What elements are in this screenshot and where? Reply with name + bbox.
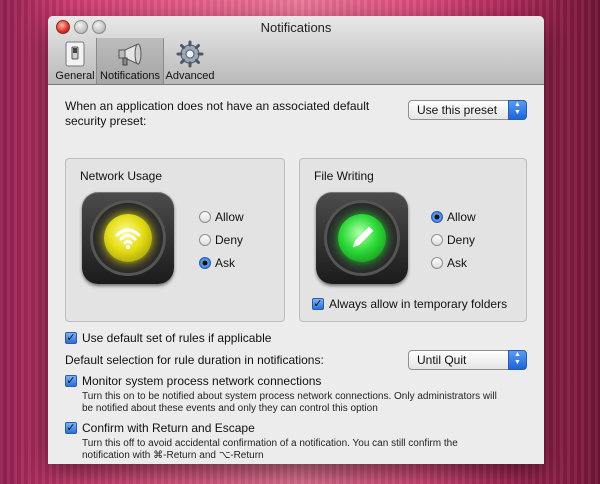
- default-preset-popup[interactable]: Use this preset ▲ ▼: [408, 100, 527, 120]
- network-usage-group: Network Usage Allow Deny Ask: [65, 158, 285, 322]
- notifications-pane: When an application does not have an ass…: [48, 85, 544, 464]
- rule-duration-value: Until Quit: [417, 353, 467, 367]
- tab-advanced[interactable]: Advanced: [162, 38, 218, 84]
- default-preset-value: Use this preset: [417, 103, 498, 117]
- tab-general-label: General: [55, 70, 95, 82]
- wifi-icon: [104, 214, 152, 262]
- monitor-system-desc-line2: be notified about these events and only …: [82, 403, 378, 414]
- file-writing-group: File Writing Allow Deny Ask ✓ Always all…: [299, 158, 527, 322]
- tab-notifications[interactable]: Notifications: [96, 38, 164, 84]
- confirm-keys-desc-line2: notification with ⌘-Return and ⌥-Return: [82, 450, 264, 461]
- checkmark-icon: ✓: [312, 298, 324, 310]
- network-usage-title: Network Usage: [80, 169, 163, 183]
- popup-arrows-icon: ▲ ▼: [508, 350, 527, 370]
- rule-duration-popup[interactable]: Until Quit ▲ ▼: [408, 350, 527, 370]
- rule-duration-label: Default selection for rule duration in n…: [65, 353, 324, 367]
- tab-advanced-label: Advanced: [165, 70, 215, 82]
- switch-icon: [61, 40, 89, 68]
- checkmark-icon: ✓: [65, 375, 77, 387]
- megaphone-icon: [116, 40, 144, 68]
- checkmark-icon: ✓: [65, 422, 77, 434]
- pencil-icon: [338, 214, 386, 262]
- default-preset-label-line2: security preset:: [65, 114, 147, 128]
- tab-notifications-label: Notifications: [100, 70, 160, 82]
- tab-general[interactable]: General: [54, 38, 96, 84]
- window-title: Notifications: [260, 20, 332, 35]
- popup-arrows-icon: ▲ ▼: [508, 100, 527, 120]
- checkmark-icon: ✓: [65, 332, 77, 344]
- gear-icon: [176, 40, 204, 68]
- default-preset-label-line1: When an application does not have an ass…: [65, 99, 370, 113]
- file-writing-title: File Writing: [314, 169, 374, 183]
- preferences-window: Notifications General Notifications Adva…: [48, 16, 544, 464]
- monitor-system-desc-line1: Turn this on to be notified about system…: [82, 391, 497, 402]
- toolbar: Notifications General Notifications Adva…: [48, 16, 544, 85]
- confirm-keys-desc-line1: Turn this off to avoid accidental confir…: [82, 438, 458, 449]
- network-usage-lamp: [82, 192, 174, 284]
- file-writing-lamp: [316, 192, 408, 284]
